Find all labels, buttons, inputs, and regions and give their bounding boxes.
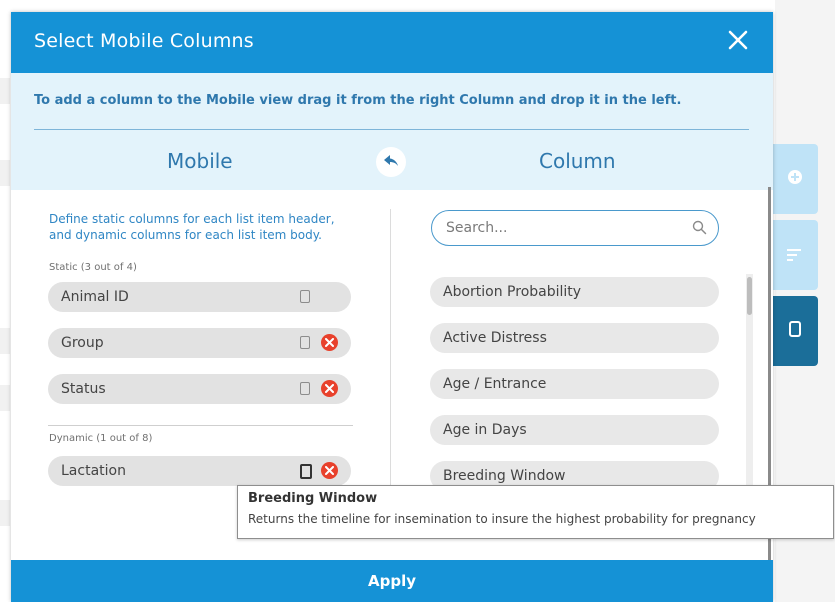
- side-tab-sort[interactable]: [772, 220, 818, 290]
- dialog-title: Select Mobile Columns: [34, 30, 254, 52]
- tooltip-body: Returns the timeline for insemination to…: [248, 512, 756, 526]
- close-icon: [728, 30, 748, 54]
- remove-icon[interactable]: [321, 334, 338, 351]
- chip-label: Status: [61, 381, 106, 397]
- scrollbar-thumb[interactable]: [747, 277, 752, 315]
- side-tab-mobile[interactable]: [772, 296, 818, 366]
- move-back-button[interactable]: [376, 147, 406, 177]
- search-box: [431, 210, 719, 246]
- item-label: Age / Entrance: [443, 376, 547, 392]
- mobile-heading: Mobile: [167, 149, 233, 173]
- background-row: [0, 160, 10, 186]
- item-label: Active Distress: [443, 330, 547, 346]
- mobile-icon: [789, 321, 801, 341]
- column-item-abortion-probability[interactable]: Abortion Probability: [430, 277, 719, 307]
- mobile-icon: [300, 464, 312, 479]
- background-row: [0, 385, 10, 411]
- column-heading: Column: [539, 149, 616, 173]
- arrow-back-icon: [383, 153, 399, 172]
- mobile-chip-group[interactable]: Group: [48, 328, 351, 358]
- sort-lines-icon: [787, 246, 803, 265]
- divider: [34, 129, 749, 130]
- mobile-chip-lactation[interactable]: Lactation: [48, 456, 351, 486]
- column-divider: [390, 209, 391, 529]
- search-icon[interactable]: [692, 220, 707, 239]
- instruction-text: To add a column to the Mobile view drag …: [34, 93, 682, 108]
- item-label: Age in Days: [443, 422, 527, 438]
- mobile-icon: [300, 336, 310, 349]
- column-item-age-entrance[interactable]: Age / Entrance: [430, 369, 719, 399]
- mobile-hint: Define static columns for each list item…: [49, 212, 335, 242]
- column-tooltip: Breeding Window Returns the timeline for…: [237, 485, 834, 539]
- column-item-active-distress[interactable]: Active Distress: [430, 323, 719, 353]
- chip-label: Group: [61, 335, 104, 351]
- background-row: [0, 500, 10, 526]
- chip-label: Lactation: [61, 463, 126, 479]
- static-section-label: Static (3 out of 4): [49, 262, 137, 273]
- plus-circle-icon: [787, 169, 803, 189]
- divider: [48, 425, 353, 426]
- apply-button[interactable]: Apply: [11, 560, 773, 602]
- tooltip-title: Breeding Window: [248, 491, 378, 506]
- remove-icon[interactable]: [321, 380, 338, 397]
- apply-label: Apply: [367, 572, 416, 590]
- remove-icon[interactable]: [321, 462, 338, 479]
- item-label: Breeding Window: [443, 468, 566, 484]
- side-tab-add[interactable]: [772, 144, 818, 214]
- dialog-edge: [768, 187, 771, 602]
- mobile-icon: [300, 382, 310, 395]
- background-row: [0, 328, 10, 354]
- column-item-age-in-days[interactable]: Age in Days: [430, 415, 719, 445]
- mobile-chip-animal-id[interactable]: Animal ID: [48, 282, 351, 312]
- mobile-icon: [300, 290, 310, 303]
- item-label: Abortion Probability: [443, 284, 582, 300]
- search-input[interactable]: [444, 217, 683, 239]
- chip-label: Animal ID: [61, 289, 129, 305]
- close-button[interactable]: [723, 27, 753, 57]
- background-row: [0, 78, 10, 104]
- mobile-chip-status[interactable]: Status: [48, 374, 351, 404]
- dynamic-section-label: Dynamic (1 out of 8): [49, 433, 153, 444]
